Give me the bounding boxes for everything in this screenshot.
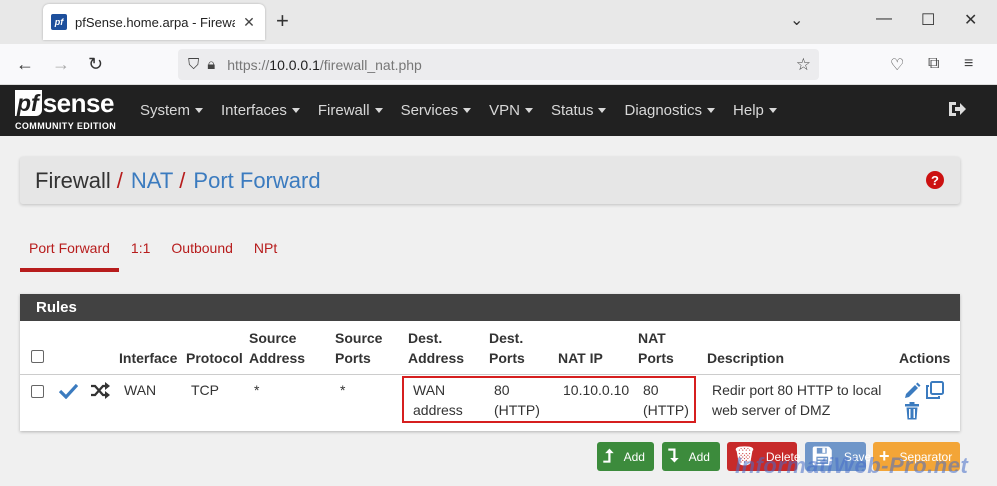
menu-status[interactable]: Status [551, 102, 607, 119]
tab-port-forward[interactable]: Port Forward [20, 232, 119, 272]
minimize-icon[interactable]: — [876, 10, 892, 28]
column-header-interface[interactable]: Interface [119, 348, 177, 368]
logout-icon[interactable] [947, 99, 967, 119]
column-header-source-address[interactable]: Source Address [249, 328, 305, 368]
shuffle-icon [91, 382, 110, 399]
new-tab-icon[interactable]: + [276, 9, 289, 33]
column-header-nat-ports[interactable]: NAT Ports [638, 328, 674, 368]
edit-pencil-icon[interactable] [903, 382, 921, 400]
browser-toolbar: ← → ↻ ⛉ 🔒︎ https://10.0.0.1/firewall_nat… [0, 44, 997, 85]
shield-icon[interactable]: ⛉ [188, 56, 199, 73]
column-header-source-ports[interactable]: Source Ports [335, 328, 382, 368]
lock-icon[interactable]: 🔒︎ [207, 56, 215, 73]
menu-firewall[interactable]: Firewall [318, 102, 383, 119]
nat-tabs: Port Forward 1:1 Outbound NPt [20, 232, 289, 272]
browser-tab-bar: pf pfSense.home.arpa - Firewall: N ✕ + ⌄… [0, 0, 997, 44]
arrow-down-icon: ⮧ [668, 446, 679, 466]
extensions-icon[interactable]: ⧉ [928, 55, 939, 73]
breadcrumb-separator: / [179, 167, 186, 193]
caret-down-icon [374, 108, 383, 113]
rule-interface: WAN [124, 382, 157, 398]
rules-panel: Rules Interface Protocol Source Address S… [20, 294, 960, 431]
caret-down-icon [463, 108, 472, 113]
forward-arrow-icon[interactable]: → [52, 54, 70, 75]
menu-help[interactable]: Help [733, 102, 777, 119]
pfsense-favicon-icon: pf [51, 14, 67, 30]
menu-diagnostics[interactable]: Diagnostics [624, 102, 716, 119]
main-menu: System Interfaces Firewall Services VPN … [140, 85, 795, 136]
caret-down-icon [707, 108, 716, 113]
breadcrumb-port-forward[interactable]: Port Forward [193, 168, 320, 194]
tab-1-1[interactable]: 1:1 [122, 232, 159, 272]
rule-select-checkbox[interactable] [31, 385, 44, 398]
tab-npt[interactable]: NPt [245, 232, 286, 272]
check-icon[interactable] [59, 383, 78, 399]
watermark: InformatiWeb-Pro.net [735, 453, 969, 478]
browser-tab[interactable]: pf pfSense.home.arpa - Firewall: N ✕ [43, 4, 265, 40]
tab-list-chevron-icon[interactable]: ⌄ [790, 10, 803, 30]
copy-icon[interactable] [925, 381, 944, 399]
highlight-box [402, 376, 696, 423]
reload-icon[interactable]: ↻ [88, 54, 103, 75]
maximize-icon[interactable]: ☐ [921, 10, 935, 30]
menu-vpn[interactable]: VPN [489, 102, 533, 119]
trash-icon[interactable] [904, 402, 920, 420]
menu-interfaces[interactable]: Interfaces [221, 102, 300, 119]
arrow-up-icon: ⮥ [603, 446, 614, 466]
add-rule-top-button[interactable]: ⮥ Add [597, 442, 654, 471]
rule-source-address: * [254, 382, 260, 398]
select-all-checkbox[interactable] [31, 350, 44, 363]
caret-down-icon [598, 108, 607, 113]
rules-panel-title: Rules [20, 294, 960, 321]
add-rule-bottom-button[interactable]: ⮧ Add [662, 442, 720, 471]
breadcrumb: Firewall / NAT / Port Forward ? [20, 157, 960, 204]
menu-services[interactable]: Services [401, 102, 472, 119]
column-header-dest-ports[interactable]: Dest. Ports [489, 328, 525, 368]
browser-tab-title: pfSense.home.arpa - Firewall: N [75, 14, 235, 30]
menu-hamburger-icon[interactable]: ≡ [964, 55, 973, 73]
help-icon[interactable]: ? [926, 171, 944, 189]
column-header-dest-address[interactable]: Dest. Address [408, 328, 464, 368]
back-arrow-icon[interactable]: ← [16, 54, 34, 75]
rule-description: Redir port 80 HTTP to local web server of… [712, 382, 882, 418]
breadcrumb-separator: / [116, 167, 123, 193]
column-header-description[interactable]: Description [707, 348, 784, 368]
caret-down-icon [291, 108, 300, 113]
caret-down-icon [524, 108, 533, 113]
column-header-protocol[interactable]: Protocol [186, 348, 243, 368]
pfsense-logo[interactable]: pf sense COMMUNITY EDITION [15, 90, 125, 132]
tab-outbound[interactable]: Outbound [162, 232, 242, 272]
breadcrumb-nat[interactable]: NAT [131, 168, 173, 194]
bookmark-star-icon[interactable]: ☆ [796, 55, 811, 75]
rule-protocol: TCP [191, 382, 219, 398]
url-bar[interactable]: ⛉ 🔒︎ https://10.0.0.1/firewall_nat.php ☆ [178, 49, 819, 80]
logo-subtitle: COMMUNITY EDITION [15, 121, 117, 131]
column-header-actions: Actions [899, 350, 951, 366]
caret-down-icon [195, 108, 204, 113]
pfsense-navbar: pf sense COMMUNITY EDITION System Interf… [0, 85, 997, 136]
url-text[interactable]: https://10.0.0.1/firewall_nat.php [227, 57, 422, 73]
menu-system[interactable]: System [140, 102, 204, 119]
close-window-icon[interactable]: ✕ [964, 10, 977, 30]
breadcrumb-firewall: Firewall [35, 167, 111, 193]
column-header-nat-ip[interactable]: NAT IP [558, 348, 603, 368]
row-divider [20, 374, 960, 375]
rule-source-ports: * [340, 382, 346, 398]
caret-down-icon [768, 108, 777, 113]
close-tab-icon[interactable]: ✕ [241, 14, 257, 31]
pocket-icon[interactable]: ♡ [890, 55, 904, 75]
